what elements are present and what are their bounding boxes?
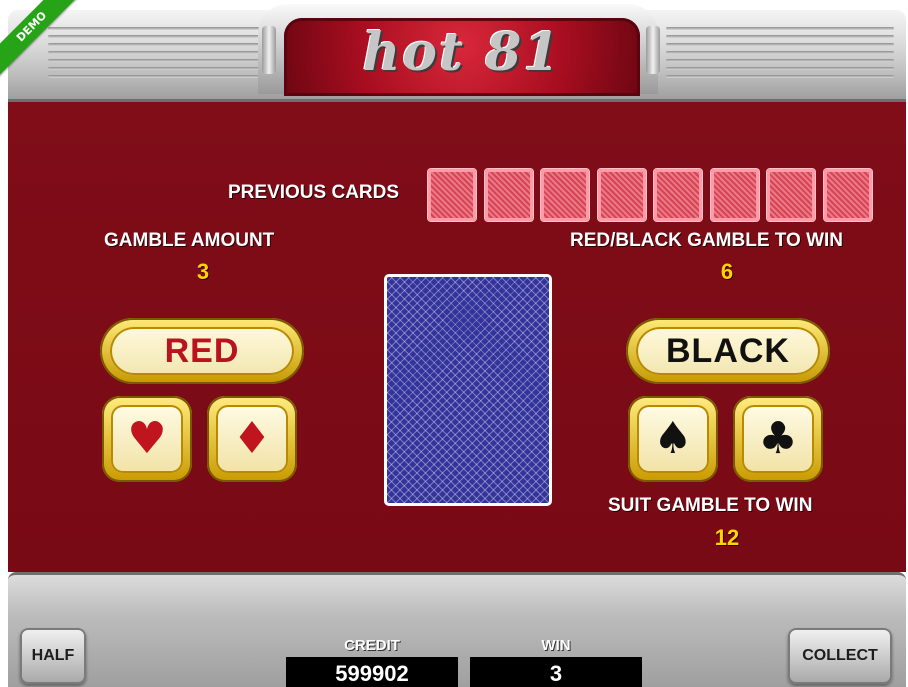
gamble-card xyxy=(384,274,552,506)
spades-button[interactable]: ♠ xyxy=(628,396,718,482)
previous-card xyxy=(767,169,815,221)
credit-label: CREDIT xyxy=(344,637,400,654)
red-button-face: RED xyxy=(110,327,294,375)
suit-gamble-label: SUIT GAMBLE TO WIN xyxy=(608,495,813,516)
previous-card xyxy=(823,169,872,221)
previous-cards-label: PREVIOUS CARDS xyxy=(228,182,400,203)
previous-card xyxy=(428,169,476,221)
red-button[interactable]: RED xyxy=(100,318,304,384)
credit-display: 599902 xyxy=(286,657,458,687)
logo-cap-left xyxy=(262,26,276,74)
red-button-label: RED xyxy=(164,332,240,370)
previous-card xyxy=(654,169,702,221)
hearts-button[interactable]: ♥ xyxy=(102,396,192,482)
game-logo: hot 81 xyxy=(362,22,562,83)
black-button-face: BLACK xyxy=(636,327,820,375)
black-button-label: BLACK xyxy=(666,332,790,370)
red-black-gamble-label: RED/BLACK GAMBLE TO WIN xyxy=(570,230,844,251)
control-panel: HALF CREDIT 599902 WIN 3 COLLECT xyxy=(8,572,906,687)
game-screen: hot 81 DEMO PREVIOUS CARDS GAMBLE AMOUNT… xyxy=(0,0,908,687)
red-black-gamble-value: 6 xyxy=(720,259,734,284)
half-button[interactable]: HALF xyxy=(20,628,86,684)
gamble-area: PREVIOUS CARDS GAMBLE AMOUNT 3 RED/BLACK… xyxy=(8,102,906,572)
previous-card xyxy=(710,169,759,221)
previous-card xyxy=(541,169,589,221)
gamble-amount-value: 3 xyxy=(196,259,210,284)
logo-cap-right xyxy=(646,26,660,74)
collect-button[interactable]: COLLECT xyxy=(788,628,892,684)
previous-card xyxy=(597,169,646,221)
clubs-icon: ♣ xyxy=(742,405,814,473)
gamble-amount-label: GAMBLE AMOUNT xyxy=(104,230,275,251)
header-stripes-left xyxy=(48,22,268,92)
spades-icon: ♠ xyxy=(637,405,709,473)
diamonds-button[interactable]: ♦ xyxy=(207,396,297,482)
suit-gamble-value: 12 xyxy=(714,525,740,550)
diamonds-icon: ♦ xyxy=(216,405,288,473)
header-stripes-right xyxy=(666,22,894,92)
black-button[interactable]: BLACK xyxy=(626,318,830,384)
clubs-button[interactable]: ♣ xyxy=(733,396,823,482)
previous-card xyxy=(484,169,533,221)
hearts-icon: ♥ xyxy=(111,405,183,473)
win-display: 3 xyxy=(470,657,642,687)
win-label: WIN xyxy=(541,637,571,654)
